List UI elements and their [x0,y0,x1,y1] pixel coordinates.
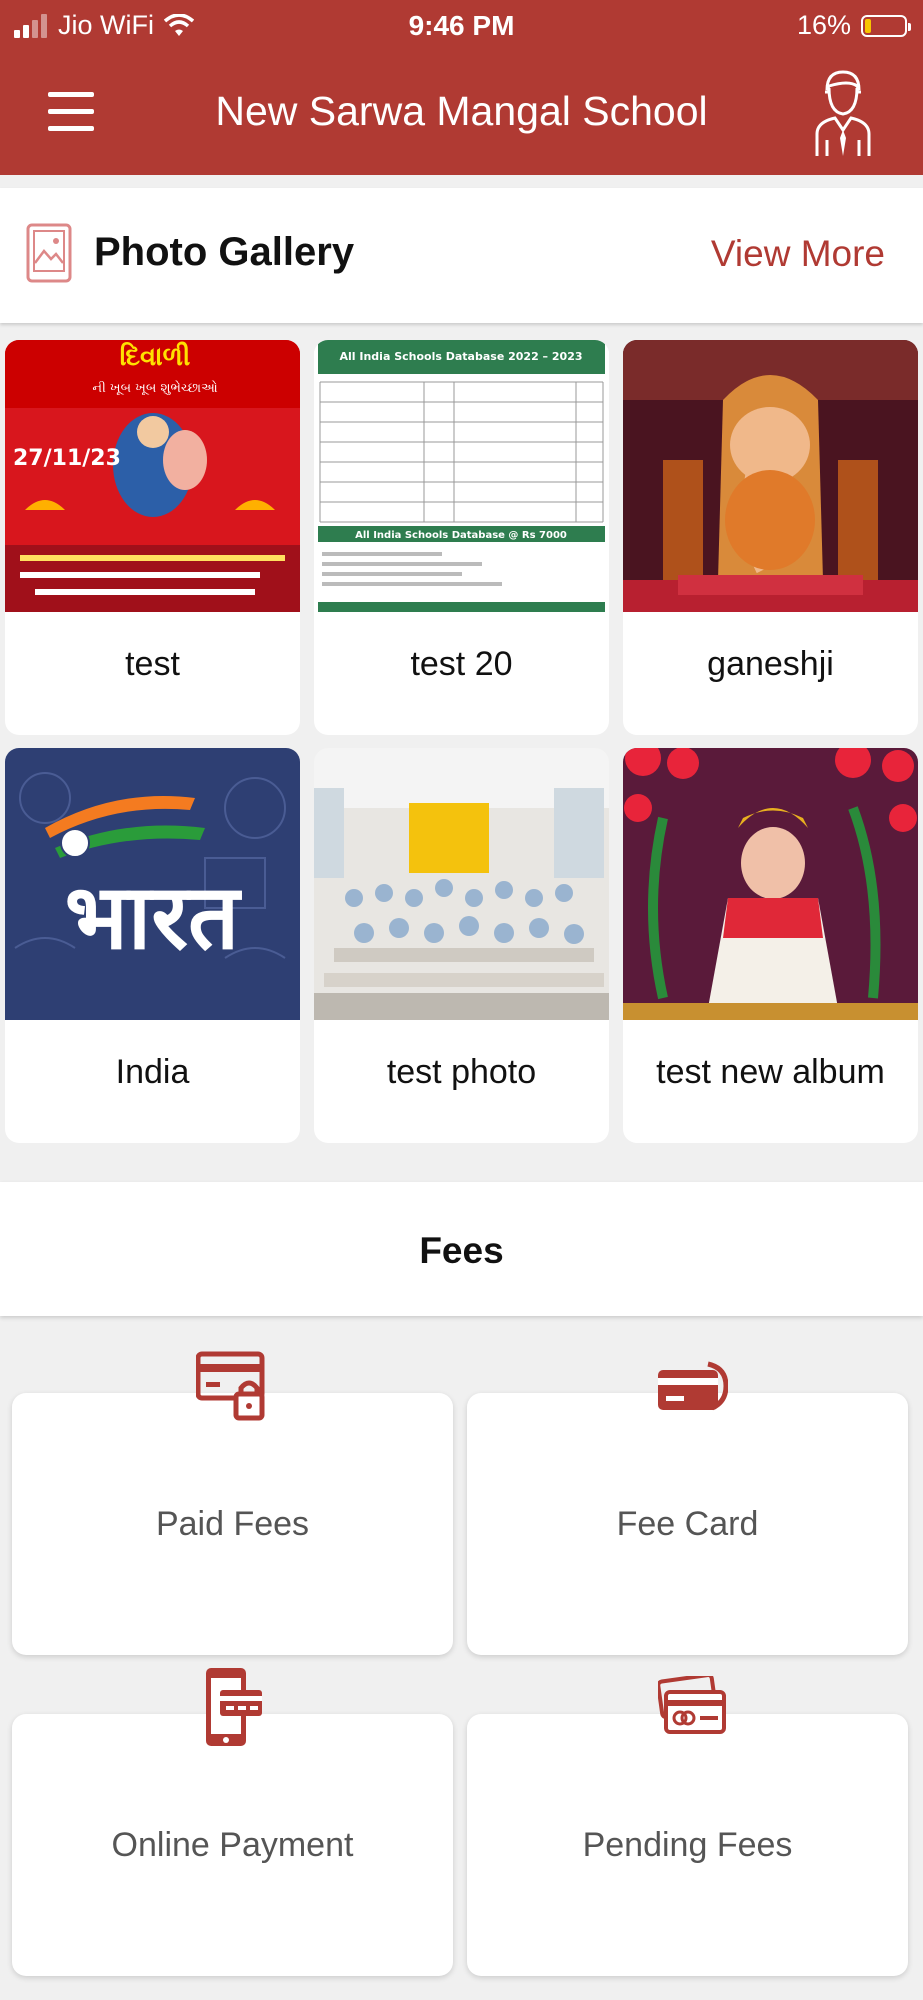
svg-text:દિવાળી: દિવાળી [120,342,191,372]
battery-percent: 16% [796,10,851,40]
album-thumbnail [623,748,918,1020]
status-bar: Jio WiFi 9:46 PM 16% [0,0,923,60]
mobile-payment-icon [206,1668,262,1746]
album-thumbnail [314,748,609,1020]
section-title: Photo Gallery [94,230,355,274]
svg-text:All India Schools Database 202: All India Schools Database 2022 – 2023 [340,350,583,363]
fee-card-label: Pending Fees [582,1826,793,1864]
album-name: ganeshji [707,645,834,683]
album-card[interactable]: દિવાળી ની ખૂબ ખૂબ શુભેચ્છાઓ 27/11/23 tes… [5,340,300,735]
picture-icon [26,223,72,283]
fees-header: Fees [0,1182,923,1316]
album-thumbnail: All India Schools Database 2022 – 2023 A… [314,340,609,612]
album-grid: દિવાળી ની ખૂબ ખૂબ શુભેચ્છાઓ 27/11/23 tes… [0,340,923,1170]
album-thumbnail: भारत [5,748,300,1020]
photo-gallery-header: Photo Gallery View More [0,188,923,323]
album-card[interactable]: ganeshji [623,340,918,735]
battery-icon [861,14,911,37]
album-name: test photo [386,1053,537,1091]
fee-card-label: Fee Card [616,1505,759,1543]
fee-card-button[interactable]: Fee Card [467,1393,908,1655]
svg-text:All India Schools Database @ R: All India Schools Database @ Rs 7000 [355,530,567,541]
section-title: Fees [419,1230,504,1271]
card-stack-icon [658,1676,726,1734]
fee-card-label: Online Payment [111,1826,354,1864]
secure-card-icon [196,1351,265,1421]
payment-card-icon [658,1361,728,1411]
view-more-link[interactable]: View More [711,233,885,275]
clock: 9:46 PM [408,10,515,41]
album-card[interactable]: test new album [623,748,918,1143]
app-bar: Jio WiFi 9:46 PM 16% New Sarwa Mangal Sc… [0,0,923,175]
album-card[interactable]: All India Schools Database 2022 – 2023 A… [314,340,609,735]
svg-text:27/11/23: 27/11/23 [13,446,121,471]
svg-text:ની ખૂબ ખૂબ શુભેચ્છાઓ: ની ખૂબ ખૂબ શુભેચ્છાઓ [92,380,218,396]
pending-fees-button[interactable]: Pending Fees [467,1714,908,1976]
album-card[interactable]: भारत India [5,748,300,1143]
svg-text:भारत: भारत [65,865,242,970]
paid-fees-button[interactable]: Paid Fees [12,1393,453,1655]
online-payment-button[interactable]: Online Payment [12,1714,453,1976]
album-name: test 20 [410,645,513,683]
album-name: test new album [656,1053,885,1091]
album-card[interactable]: test photo [314,748,609,1143]
album-thumbnail [623,340,918,612]
app-title: New Sarwa Mangal School [215,88,708,134]
album-name: India [115,1053,190,1091]
album-name: test [125,645,180,683]
album-thumbnail: દિવાળી ની ખૂબ ખૂબ શુભેચ્છાઓ 27/11/23 [5,340,300,612]
fee-card-label: Paid Fees [155,1505,310,1543]
teacher-avatar-icon[interactable] [813,68,873,158]
